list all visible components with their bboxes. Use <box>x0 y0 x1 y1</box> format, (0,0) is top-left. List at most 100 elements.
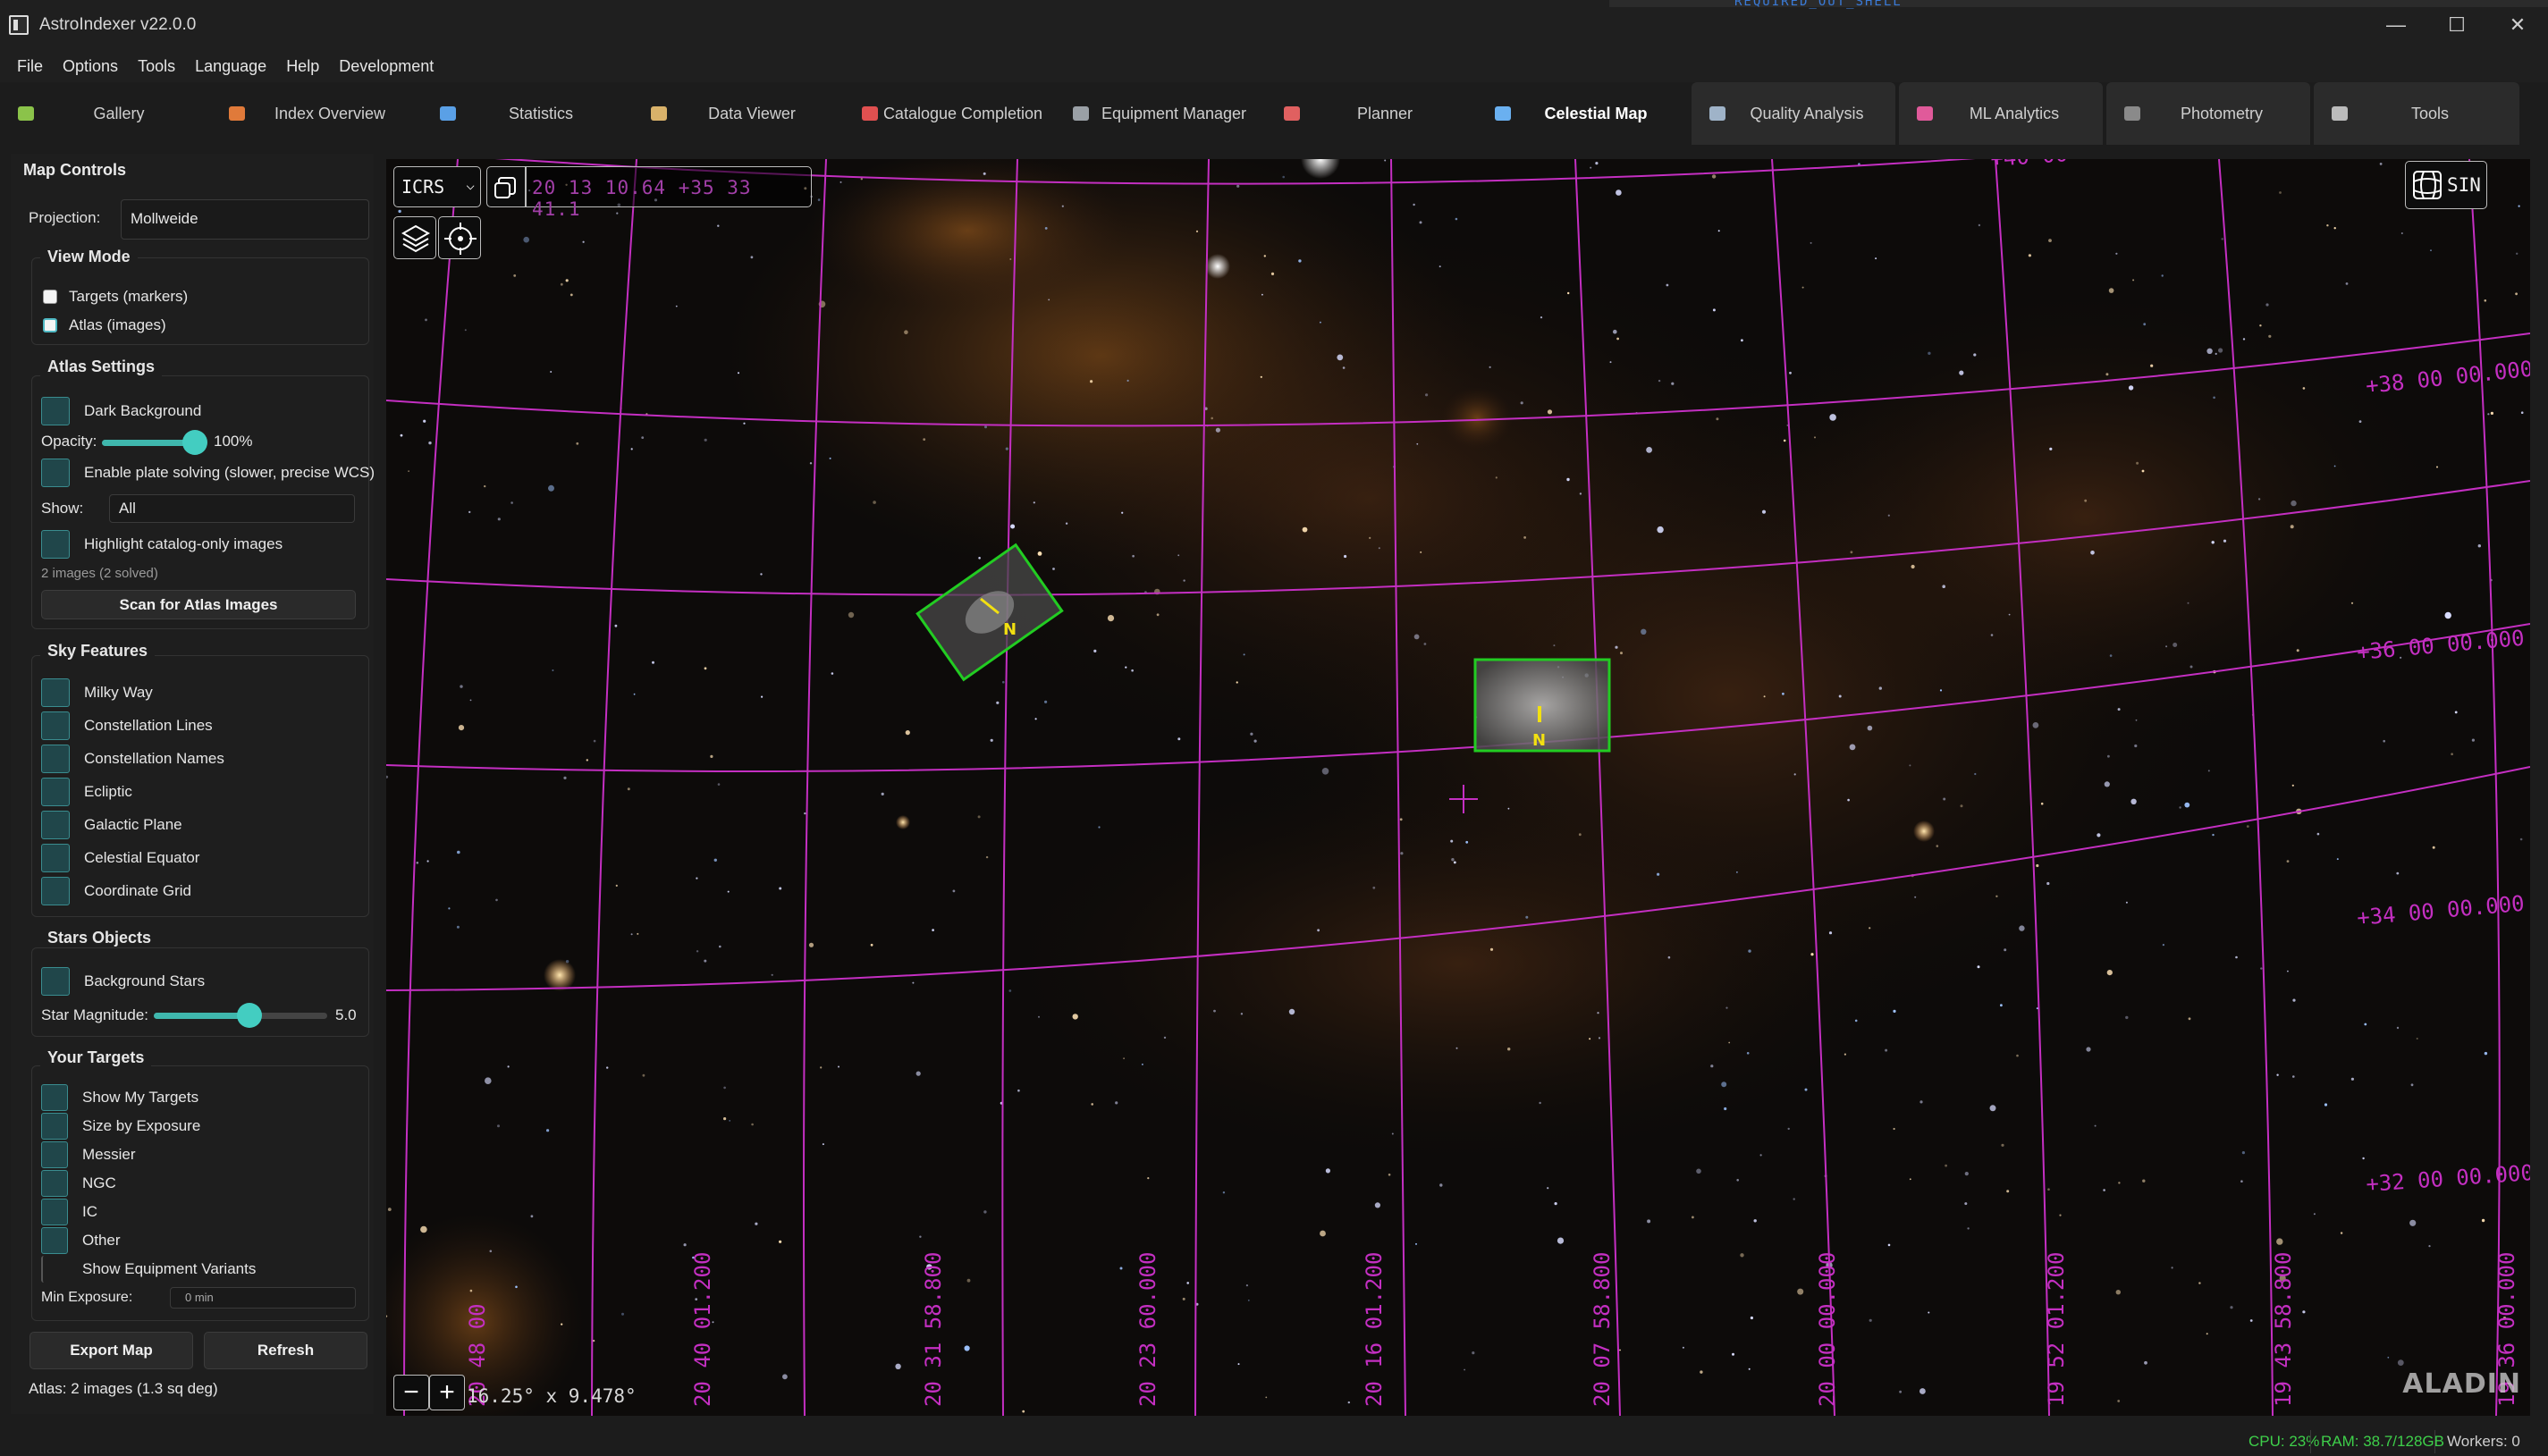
projection-button[interactable]: SIN <box>2405 161 2487 209</box>
celestial-equator-checkbox[interactable] <box>41 844 70 872</box>
background-stars-toggle[interactable]: Background Stars <box>41 967 205 996</box>
celestial-map-view[interactable]: +40 00+38 00 00.000+36 00 00.000+34 00 0… <box>386 159 2530 1416</box>
sky-feature-constellation-names[interactable]: Constellation Names <box>41 745 224 773</box>
milky-way-checkbox[interactable] <box>41 678 70 707</box>
menu-development[interactable]: Development <box>329 57 443 76</box>
tab-celestial-map[interactable]: Celestial Map <box>1477 82 1688 145</box>
target-messier[interactable]: Messier <box>41 1141 136 1168</box>
view-mode-targets-option[interactable]: Targets (markers) <box>43 288 188 306</box>
tab-gallery[interactable]: Gallery <box>0 82 211 145</box>
background-star <box>1885 1048 1888 1052</box>
zoom-out-button[interactable]: − <box>393 1375 429 1410</box>
background-star <box>1489 947 1494 951</box>
star-magnitude-slider[interactable] <box>154 1003 327 1028</box>
ecliptic-checkbox[interactable] <box>41 778 70 806</box>
show-my-targets-checkbox[interactable] <box>41 1084 68 1111</box>
plate-solving-toggle[interactable]: Enable plate solving (slower, precise WC… <box>41 459 375 487</box>
tab-tools[interactable]: Tools <box>2314 82 2519 145</box>
opacity-slider[interactable] <box>102 430 207 455</box>
zoom-in-button[interactable]: + <box>429 1375 465 1410</box>
background-star <box>1753 1219 1757 1223</box>
sky-feature-coordinate-grid[interactable]: Coordinate Grid <box>41 877 191 905</box>
projection-select[interactable]: Mollweide <box>121 199 369 240</box>
tab-photometry[interactable]: Photometry <box>2106 82 2310 145</box>
minimize-button[interactable]: — <box>2366 0 2426 50</box>
menu-options[interactable]: Options <box>53 57 128 76</box>
background-stars-checkbox[interactable] <box>41 967 70 996</box>
background-star <box>1125 666 1127 669</box>
background-star <box>2004 948 2007 952</box>
background-star <box>2249 1319 2253 1322</box>
background-star <box>964 1345 970 1351</box>
messier-checkbox[interactable] <box>41 1141 68 1168</box>
size-by-exposure-checkbox[interactable] <box>41 1113 68 1140</box>
target-other[interactable]: Other <box>41 1227 121 1254</box>
coordinate-grid-checkbox[interactable] <box>41 877 70 905</box>
layers-button[interactable] <box>393 216 436 259</box>
chevron-down-icon: ⌵ <box>466 176 475 193</box>
tab-planner[interactable]: Planner <box>1266 82 1477 145</box>
export-map-button[interactable]: Export Map <box>30 1332 193 1369</box>
highlight-catalog-toggle[interactable]: Highlight catalog-only images <box>41 530 283 559</box>
star-magnitude-slider-handle[interactable] <box>236 1003 262 1028</box>
min-exposure-input[interactable]: 0 min <box>170 1287 356 1309</box>
ram-status: RAM: 38.7/128GB <box>2321 1433 2444 1450</box>
background-star <box>2104 781 2110 787</box>
goto-target-button[interactable] <box>438 216 481 259</box>
refresh-button[interactable]: Refresh <box>204 1332 367 1369</box>
background-star <box>2207 770 2210 772</box>
tab-equipment-manager[interactable]: Equipment Manager <box>1055 82 1266 145</box>
plate-solving-checkbox[interactable] <box>41 459 70 487</box>
tab-statistics[interactable]: Statistics <box>422 82 633 145</box>
footprint-1-north-label: N <box>1003 620 1017 639</box>
targets-checkbox[interactable] <box>43 290 57 304</box>
menu-tools[interactable]: Tools <box>128 57 185 76</box>
background-star <box>1455 1047 1458 1049</box>
galactic-plane-checkbox[interactable] <box>41 811 70 839</box>
sky-feature-galactic-plane[interactable]: Galactic Plane <box>41 811 182 839</box>
constellation-names-checkbox[interactable] <box>41 745 70 773</box>
other-checkbox[interactable] <box>41 1227 68 1254</box>
background-star <box>2241 1151 2245 1155</box>
background-star <box>1378 547 1380 550</box>
tab-data-viewer[interactable]: Data Viewer <box>633 82 844 145</box>
highlight-catalog-checkbox[interactable] <box>41 530 70 559</box>
constellation-lines-checkbox[interactable] <box>41 711 70 740</box>
tab-catalogue-completion[interactable]: Catalogue Completion <box>844 82 1055 145</box>
show-filter-select[interactable]: All <box>109 494 355 523</box>
frame-select[interactable]: ICRS ⌵ <box>393 166 481 207</box>
dark-background-checkbox[interactable] <box>41 397 70 425</box>
background-star <box>1163 1036 1167 1039</box>
menu-help[interactable]: Help <box>276 57 329 76</box>
equipment-variants-checkbox[interactable] <box>41 1256 68 1283</box>
menu-language[interactable]: Language <box>185 57 276 76</box>
sky-feature-constellation-lines[interactable]: Constellation Lines <box>41 711 213 740</box>
sky-feature-celestial-equator[interactable]: Celestial Equator <box>41 844 199 872</box>
scan-atlas-button[interactable]: Scan for Atlas Images <box>41 590 356 619</box>
target-show-my-targets[interactable]: Show My Targets <box>41 1084 198 1111</box>
background-star <box>1566 477 1570 482</box>
target-ic[interactable]: IC <box>41 1199 97 1225</box>
background-star <box>1325 1168 1330 1174</box>
menu-file[interactable]: File <box>7 57 53 76</box>
sky-feature-milky-way[interactable]: Milky Way <box>41 678 153 707</box>
close-button[interactable]: ✕ <box>2487 0 2548 50</box>
tab-index-overview[interactable]: Index Overview <box>211 82 422 145</box>
sky-feature-ecliptic[interactable]: Ecliptic <box>41 778 132 806</box>
target-equipment-variants[interactable]: Show Equipment Variants <box>41 1256 256 1283</box>
opacity-slider-handle[interactable] <box>182 430 207 455</box>
ngc-checkbox[interactable] <box>41 1170 68 1197</box>
ic-checkbox[interactable] <box>41 1199 68 1225</box>
tab-label: Equipment Manager <box>1101 104 1247 122</box>
tab-quality-analysis[interactable]: Quality Analysis <box>1692 82 1895 145</box>
view-mode-atlas-option[interactable]: Atlas (images) <box>43 316 166 334</box>
copy-coords-button[interactable] <box>486 166 526 207</box>
atlas-checkbox[interactable] <box>43 318 57 332</box>
target-size-by-exposure[interactable]: Size by Exposure <box>41 1113 200 1140</box>
dark-background-toggle[interactable]: Dark Background <box>41 397 201 425</box>
maximize-button[interactable]: ☐ <box>2426 0 2487 50</box>
tab-ml-analytics[interactable]: ML Analytics <box>1899 82 2103 145</box>
coordinate-readout[interactable]: 20 13 10.64 +35 33 41.1 <box>526 166 812 220</box>
target-ngc[interactable]: NGC <box>41 1170 116 1197</box>
background-star <box>696 950 699 953</box>
